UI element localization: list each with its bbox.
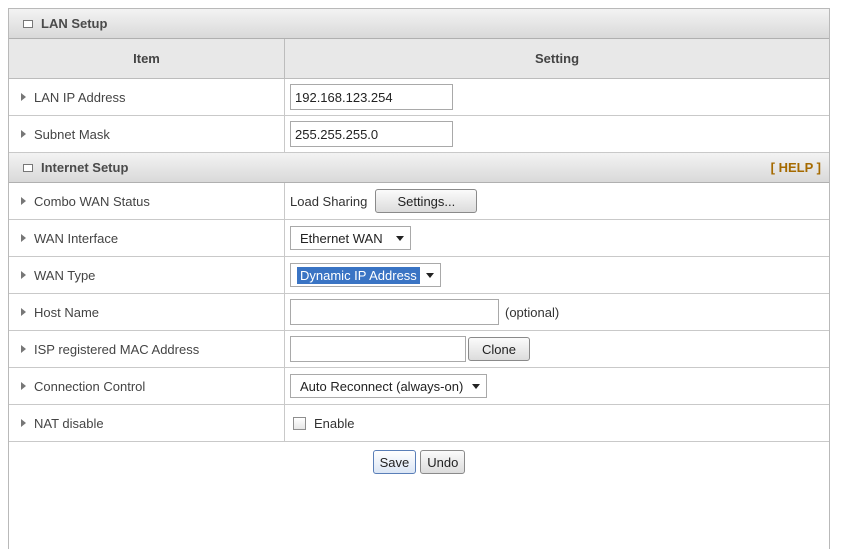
combo-wan-label: Combo WAN Status xyxy=(34,193,150,209)
nat-disable-row: NAT disable Enable xyxy=(9,405,829,442)
lan-setup-title: LAN Setup xyxy=(41,16,108,31)
wan-type-label: WAN Type xyxy=(34,267,96,283)
bullet-arrow-icon xyxy=(21,345,26,353)
settings-button[interactable]: Settings... xyxy=(375,189,478,213)
internet-setup-header: Internet Setup [ HELP ] xyxy=(9,153,829,183)
bullet-arrow-icon xyxy=(21,130,26,138)
wan-interface-row: WAN Interface Ethernet WAN xyxy=(9,220,829,257)
subnet-mask-input[interactable]: 255.255.255.0 xyxy=(290,121,453,147)
mac-address-label: ISP registered MAC Address xyxy=(34,341,200,357)
help-link[interactable]: [ HELP ] xyxy=(771,160,821,175)
connection-control-selected: Auto Reconnect (always-on) xyxy=(300,378,464,394)
column-header-item: Item xyxy=(9,39,285,78)
bullet-arrow-icon xyxy=(21,197,26,205)
footer-actions: Save Undo xyxy=(9,442,829,482)
nat-enable-label: Enable xyxy=(314,415,355,431)
connection-control-select[interactable]: Auto Reconnect (always-on) xyxy=(290,374,488,398)
bullet-arrow-icon xyxy=(21,382,26,390)
wan-type-selected: Dynamic IP Address xyxy=(297,266,420,284)
lan-ip-input[interactable]: 192.168.123.254 xyxy=(290,84,453,110)
host-name-row: Host Name (optional) xyxy=(9,294,829,331)
wan-interface-label: WAN Interface xyxy=(34,230,119,246)
nat-disable-label: NAT disable xyxy=(34,415,104,431)
bullet-arrow-icon xyxy=(21,419,26,427)
host-name-input[interactable] xyxy=(290,299,499,325)
chevron-down-icon xyxy=(425,272,434,278)
bullet-arrow-icon xyxy=(21,308,26,316)
nat-enable-checkbox[interactable] xyxy=(293,416,306,430)
column-header-setting: Setting xyxy=(534,51,580,66)
mac-address-input[interactable] xyxy=(290,336,466,362)
wan-type-select[interactable]: Dynamic IP Address xyxy=(290,263,441,287)
column-header-row: Item Setting xyxy=(9,39,829,79)
collapse-square-icon xyxy=(23,163,33,172)
bullet-arrow-icon xyxy=(21,93,26,101)
chevron-down-icon xyxy=(395,235,404,241)
clone-button[interactable]: Clone xyxy=(468,337,530,361)
lan-ip-row: LAN IP Address 192.168.123.254 xyxy=(9,79,829,116)
host-name-label: Host Name xyxy=(34,304,100,320)
wan-interface-selected: Ethernet WAN xyxy=(300,230,383,246)
lan-setup-header: LAN Setup xyxy=(9,9,829,39)
wan-type-row: WAN Type Dynamic IP Address xyxy=(9,257,829,294)
mac-address-row: ISP registered MAC Address Clone xyxy=(9,331,829,368)
lan-ip-label: LAN IP Address xyxy=(34,89,126,105)
subnet-mask-row: Subnet Mask 255.255.255.0 xyxy=(9,116,829,153)
subnet-mask-label: Subnet Mask xyxy=(34,126,110,142)
combo-wan-status-text: Load Sharing xyxy=(290,193,368,209)
save-button[interactable]: Save xyxy=(372,450,417,474)
bullet-arrow-icon xyxy=(21,271,26,279)
undo-button[interactable]: Undo xyxy=(420,450,466,474)
settings-panel: LAN Setup Item Setting LAN IP Address 19… xyxy=(8,8,830,549)
connection-control-label: Connection Control xyxy=(34,378,146,394)
bullet-arrow-icon xyxy=(21,234,26,242)
internet-setup-title: Internet Setup xyxy=(41,160,129,175)
wan-interface-select[interactable]: Ethernet WAN xyxy=(290,226,411,250)
connection-control-row: Connection Control Auto Reconnect (alway… xyxy=(9,368,829,405)
chevron-down-icon xyxy=(472,383,481,389)
collapse-square-icon xyxy=(23,19,33,28)
combo-wan-row: Combo WAN Status Load Sharing Settings..… xyxy=(9,183,829,220)
host-name-hint: (optional) xyxy=(505,304,560,320)
